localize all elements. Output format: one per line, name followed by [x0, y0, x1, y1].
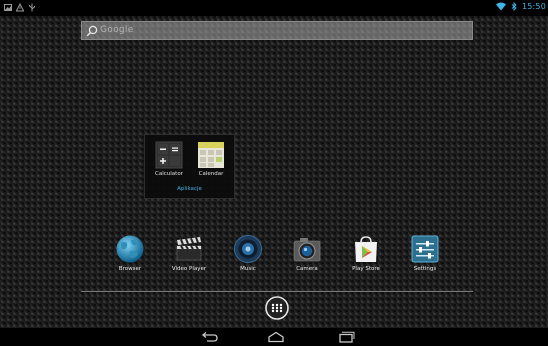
bluetooth-icon: [511, 2, 517, 11]
app-label: Video Player: [171, 266, 207, 272]
all-apps-button[interactable]: [265, 296, 289, 320]
calendar-icon: [198, 142, 224, 168]
clapperboard-icon: [176, 237, 202, 261]
app-label: Browser: [118, 266, 142, 272]
search-placeholder: Google: [100, 25, 134, 35]
app-calendar[interactable]: Calendar: [191, 141, 231, 177]
app-label: Music: [240, 266, 256, 272]
app-browser[interactable]: Browser: [102, 234, 158, 272]
app-play-store[interactable]: Play Store: [338, 234, 394, 272]
app-label: Calculator: [155, 171, 183, 177]
folder-popup[interactable]: Calculator Calendar Aplikacje: [144, 134, 235, 199]
wifi-icon: [495, 2, 506, 11]
search-icon: [86, 25, 98, 37]
app-label: Calendar: [198, 171, 224, 177]
app-music[interactable]: Music: [220, 234, 276, 272]
home-wallpaper[interactable]: [0, 0, 548, 346]
app-settings[interactable]: Settings: [397, 234, 453, 272]
image-notification-icon: [4, 4, 12, 11]
google-search-bar[interactable]: Google: [81, 21, 473, 40]
warning-notification-icon: [16, 3, 24, 12]
app-label: Settings: [413, 266, 437, 272]
camera-icon: [293, 238, 321, 262]
back-icon[interactable]: [200, 331, 220, 343]
dock-divider: [81, 291, 473, 292]
app-calculator[interactable]: Calculator: [149, 141, 189, 177]
settings-sliders-icon: [411, 235, 439, 263]
app-video-player[interactable]: Video Player: [161, 234, 217, 272]
app-camera[interactable]: Camera: [279, 234, 335, 272]
status-bar[interactable]: 15:50: [0, 0, 548, 16]
usb-icon: [29, 3, 35, 12]
app-label: Play Store: [352, 266, 380, 272]
speaker-icon: [234, 235, 262, 263]
calculator-icon: [155, 141, 183, 169]
play-store-icon: [355, 236, 377, 262]
browser-globe-icon: [116, 235, 144, 263]
app-label: Camera: [296, 266, 318, 272]
folder-name[interactable]: Aplikacje: [145, 186, 234, 192]
notification-icons: [4, 3, 36, 12]
recent-apps-icon[interactable]: [336, 331, 356, 343]
system-status-icons: 15:50: [495, 2, 546, 11]
home-icon[interactable]: [266, 331, 286, 343]
navigation-bar: [0, 328, 548, 346]
status-clock: 15:50: [521, 2, 546, 11]
